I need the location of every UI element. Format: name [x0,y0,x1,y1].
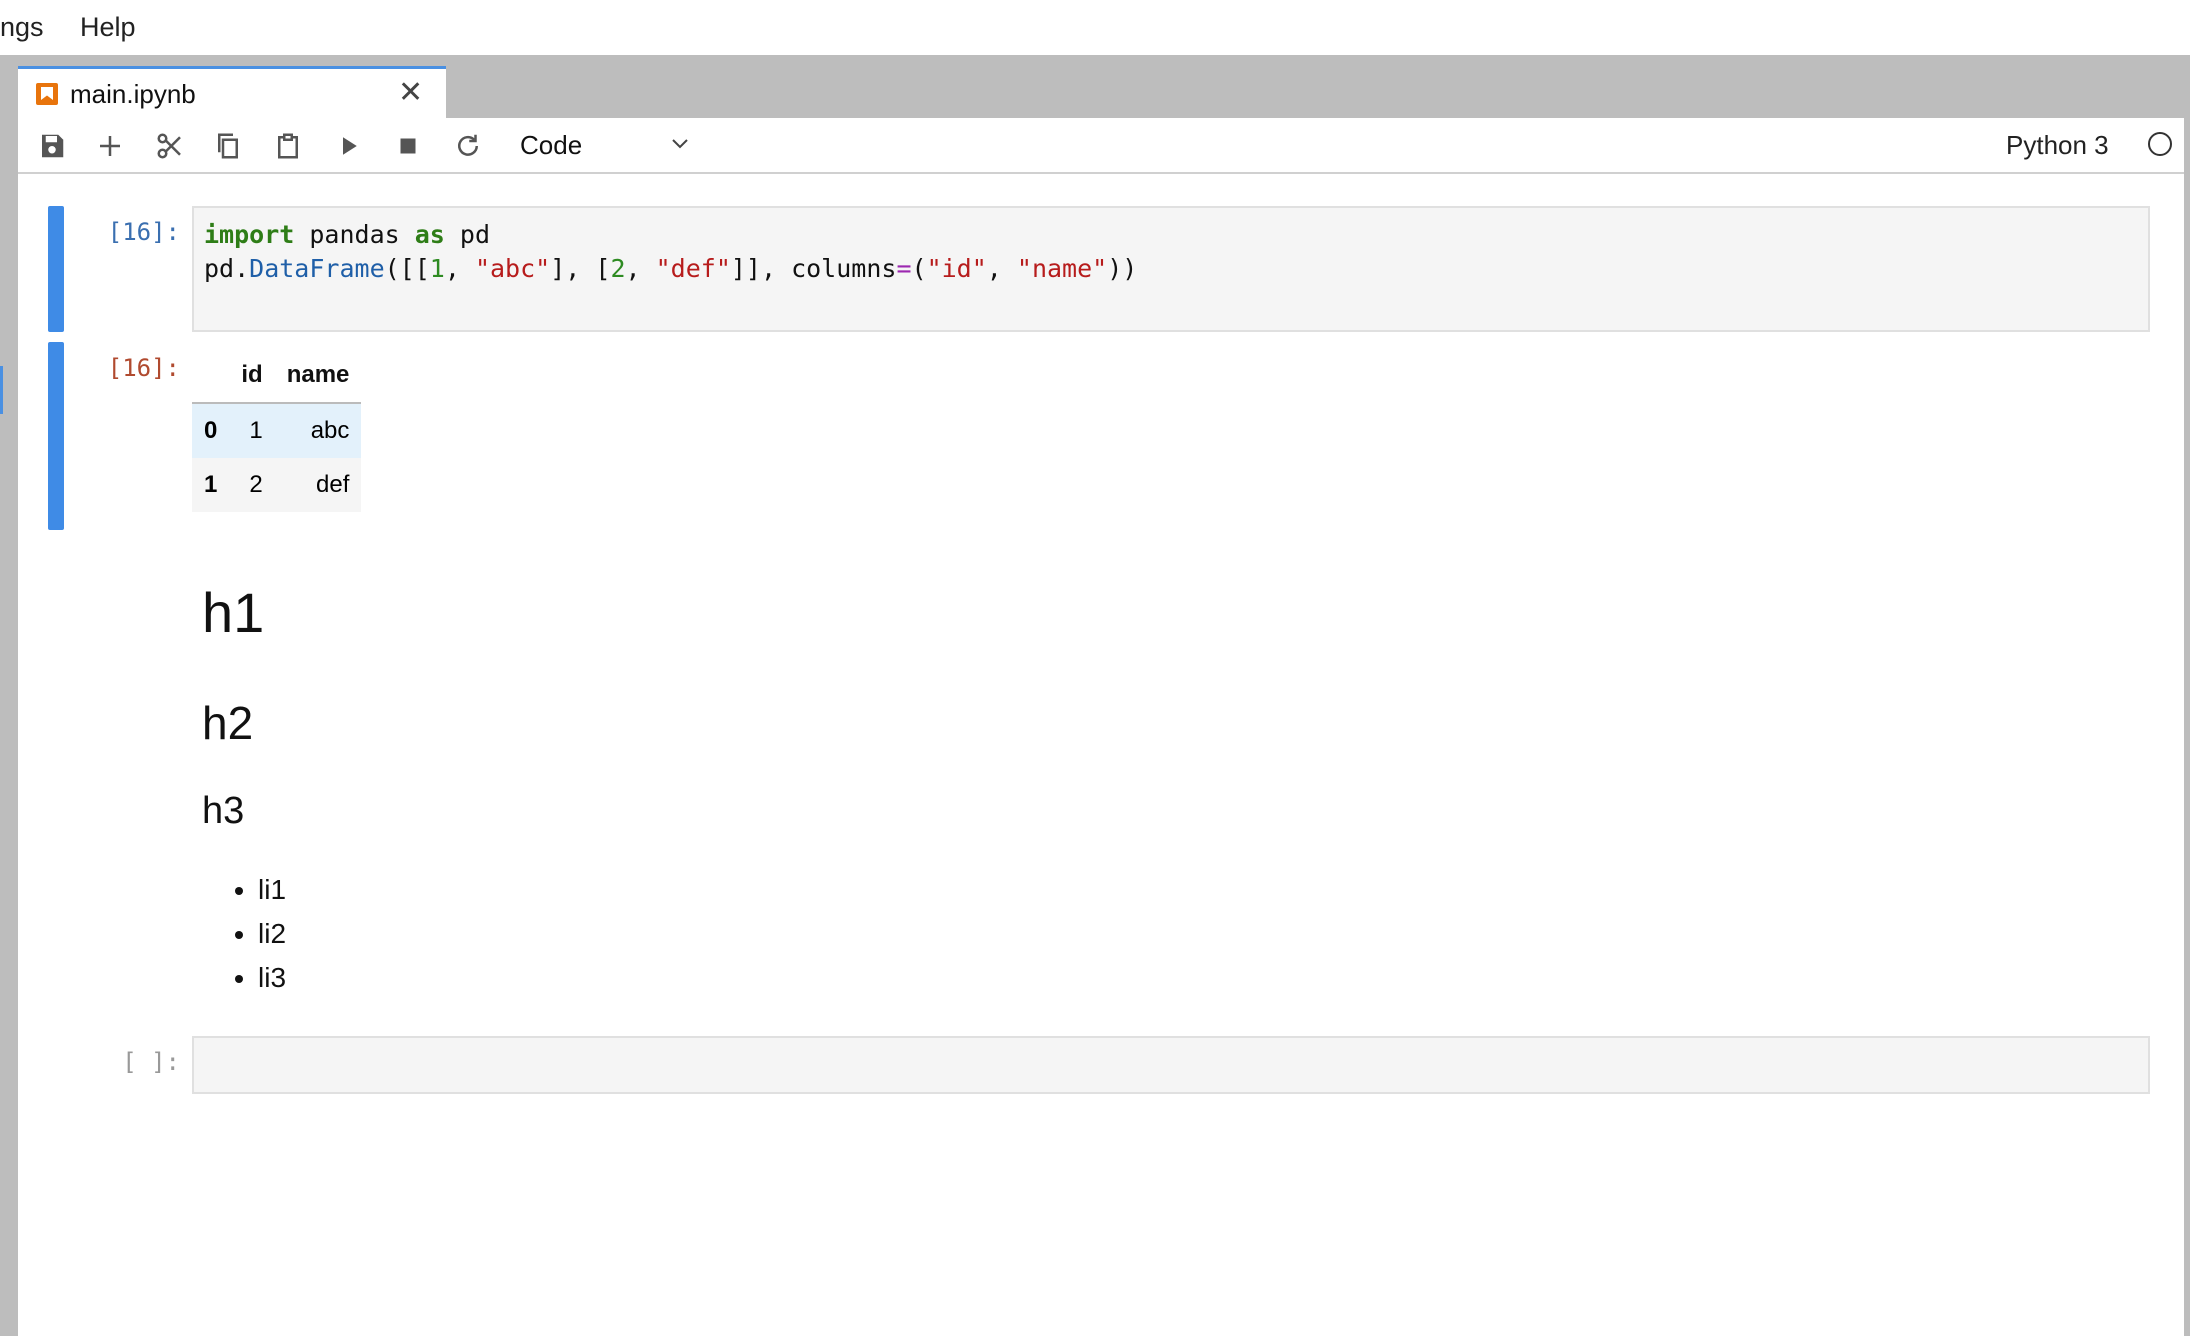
row-index: 0 [204,417,218,444]
left-frame [0,118,18,1336]
kernel-status-icon [2148,132,2172,156]
kernel-name[interactable]: Python 3 [2006,130,2109,161]
code-line: import pandas as pd [204,220,490,249]
table-header-row: id name [192,348,362,404]
table-header-index [192,348,230,404]
list-item: li1 [258,868,286,912]
empty-code-editor[interactable] [192,1036,2150,1094]
table-header-id: id [229,348,275,404]
markdown-list: li1 li2 li3 [202,868,286,1000]
cell-name: abc [310,417,350,444]
list-item: li2 [258,912,286,956]
menu-help[interactable]: Help [80,12,136,43]
chevron-down-icon[interactable] [668,128,692,163]
cell-id: 2 [249,471,263,498]
notebook-toolbar: Code Python 3 [18,118,2184,174]
add-cell-icon[interactable] [92,128,128,164]
list-item: li3 [258,956,286,1000]
row-index: 1 [204,471,218,498]
empty-input-prompt: [ ]: [122,1048,180,1076]
dataframe-table: id name 0 1 abc 1 2 def [192,348,362,512]
input-prompt: [16]: [107,218,180,246]
stop-icon[interactable] [390,128,426,164]
cell-id: 1 [249,417,263,444]
menu-settings[interactable]: ngs [0,12,44,43]
cell-type-select[interactable]: Code [520,130,582,161]
notebook-icon [36,83,58,105]
markdown-h2: h2 [202,697,254,749]
cut-icon[interactable] [152,128,188,164]
table-header-name: name [274,348,362,404]
table-row: 1 2 def [192,458,362,512]
run-icon[interactable] [330,128,366,164]
paste-icon[interactable] [270,128,306,164]
code-line: pd.DataFrame([[1, "abc"], [2, "def"]], c… [204,254,1138,283]
table-row: 0 1 abc [192,403,362,458]
markdown-h1: h1 [202,581,265,644]
menu-bar: ngs Help [0,0,2190,55]
markdown-h3: h3 [202,790,245,832]
save-icon[interactable] [34,128,70,164]
cell-name: def [316,471,350,498]
close-icon[interactable]: ✕ [398,75,423,110]
code-editor[interactable]: import pandas as pd pd.DataFrame([[1, "a… [192,206,2150,332]
tab-title: main.ipynb [70,79,196,109]
restart-icon[interactable] [450,128,486,164]
tab-main-ipynb[interactable]: main.ipynb ✕ [18,66,446,118]
output-prompt: [16]: [107,354,180,382]
right-frame [2184,118,2190,1336]
sidebar-indicator [0,366,3,414]
copy-icon[interactable] [210,128,246,164]
